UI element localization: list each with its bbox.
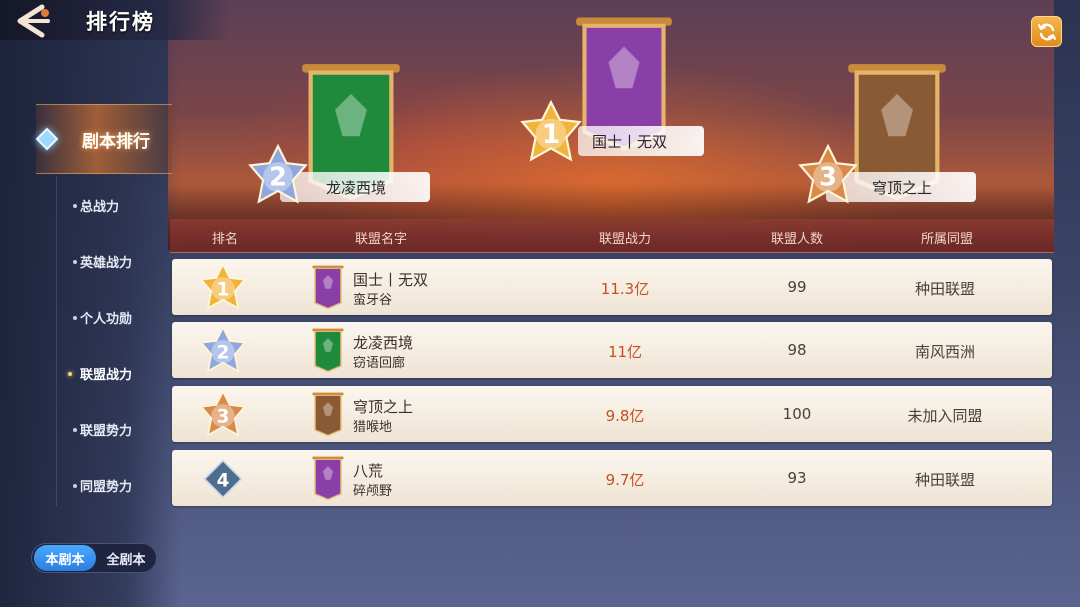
alliance-league: 未加入同盟: [907, 407, 983, 425]
alliance-banner-icon: [310, 265, 346, 310]
table-row[interactable]: 3 穹顶之上猎喉地 9.8亿 100 未加入同盟: [172, 386, 1052, 442]
nav-item-6[interactable]: 同盟势力: [80, 476, 132, 495]
alliance-name: 国士丨无双: [353, 271, 429, 289]
script-scope-toggle[interactable]: 本剧本 全剧本: [31, 543, 157, 573]
nav-item-1[interactable]: 总战力: [80, 196, 119, 215]
rank-medal-icon: 2: [248, 144, 308, 204]
rank-badge-icon: 4: [198, 454, 250, 504]
top-bar: 排行榜: [0, 0, 230, 40]
back-arrow-icon[interactable]: [12, 3, 54, 39]
alliance-league: 南风西洲: [914, 343, 976, 361]
nav-item-4[interactable]: 联盟战力: [80, 364, 132, 383]
alliance-name: 龙凌西境: [353, 334, 414, 352]
refresh-icon: [1037, 23, 1056, 40]
alliance-power: 11.3亿: [600, 280, 650, 298]
podium-rank-number: 2: [269, 163, 287, 193]
alliance-region: 猎喉地: [353, 420, 393, 435]
alliance-region: 窃语回廊: [353, 356, 406, 371]
table-header: 排名 联盟名字 联盟战力 联盟人数 所属同盟: [170, 219, 1054, 253]
alliance-league: 种田联盟: [914, 471, 976, 489]
alliance-power: 9.7亿: [605, 471, 645, 489]
rank-medal-icon: 3: [798, 144, 858, 204]
alliance-power: 11亿: [607, 343, 643, 361]
nav-item-2[interactable]: 英雄战力: [80, 252, 132, 271]
alliance-banner-icon: [310, 456, 346, 501]
nav-category-label: 剧本排行: [82, 132, 150, 152]
alliance-name: 八荒: [353, 462, 384, 480]
table-row[interactable]: 4 八荒碎颅野 9.7亿 93 种田联盟: [172, 450, 1052, 506]
alliance-members: 100: [782, 405, 812, 423]
nav-bullet: [73, 428, 77, 432]
header-rank: 排名: [211, 232, 239, 247]
alliance-members: 93: [787, 469, 807, 487]
nav-bullet: [73, 316, 77, 320]
diamond-icon: [35, 127, 59, 151]
toggle-current-script[interactable]: 本剧本: [34, 545, 96, 571]
nav-bullet: [73, 204, 77, 208]
nav-item-3[interactable]: 个人功勋: [80, 308, 132, 327]
rank-number: 4: [217, 471, 230, 492]
header-name: 联盟名字: [354, 232, 408, 247]
podium-rank-number: 1: [542, 119, 560, 150]
alliance-power: 9.8亿: [605, 407, 645, 425]
rank-number: 2: [217, 343, 230, 364]
page-title: 排行榜: [86, 10, 155, 34]
alliance-league: 种田联盟: [914, 280, 976, 298]
rank-medal-icon: 1: [520, 100, 582, 162]
nav-item-5[interactable]: 联盟势力: [80, 420, 132, 439]
rank-badge-icon: 3: [198, 389, 250, 440]
podium-rank-number: 3: [819, 163, 837, 193]
rank-number: 3: [217, 407, 230, 428]
table-row[interactable]: 2 龙凌西境窃语回廊 11亿 98 南风西洲: [172, 322, 1052, 378]
nav-category-script-ranking[interactable]: 剧本排行: [35, 104, 172, 174]
sidebar-backdrop: [0, 0, 180, 607]
alliance-members: 99: [787, 278, 807, 296]
alliance-region: 碎颅野: [353, 484, 393, 499]
toggle-all-scripts[interactable]: 全剧本: [96, 549, 156, 568]
rank-badge-icon: 2: [198, 325, 250, 376]
alliance-region: 蛮牙谷: [353, 293, 393, 308]
podium-name-1: 国士丨无双: [578, 126, 704, 156]
alliance-members: 98: [787, 341, 807, 359]
refresh-button[interactable]: [1031, 16, 1062, 47]
alliance-banner-icon: [310, 328, 346, 373]
nav-rail: [56, 176, 57, 506]
header-league: 所属同盟: [920, 232, 974, 247]
table-row[interactable]: 1 国士丨无双蛮牙谷 11.3亿 99 种田联盟: [172, 259, 1052, 315]
alliance-name: 穹顶之上: [353, 398, 414, 416]
rank-number: 1: [217, 280, 230, 301]
header-power: 联盟战力: [598, 232, 652, 247]
alliance-banner-icon: [310, 392, 346, 437]
nav-bullet: [68, 372, 72, 376]
nav-bullet: [73, 260, 77, 264]
header-members: 联盟人数: [770, 232, 824, 247]
rank-badge-icon: 1: [198, 262, 250, 313]
nav-bullet: [73, 484, 77, 488]
